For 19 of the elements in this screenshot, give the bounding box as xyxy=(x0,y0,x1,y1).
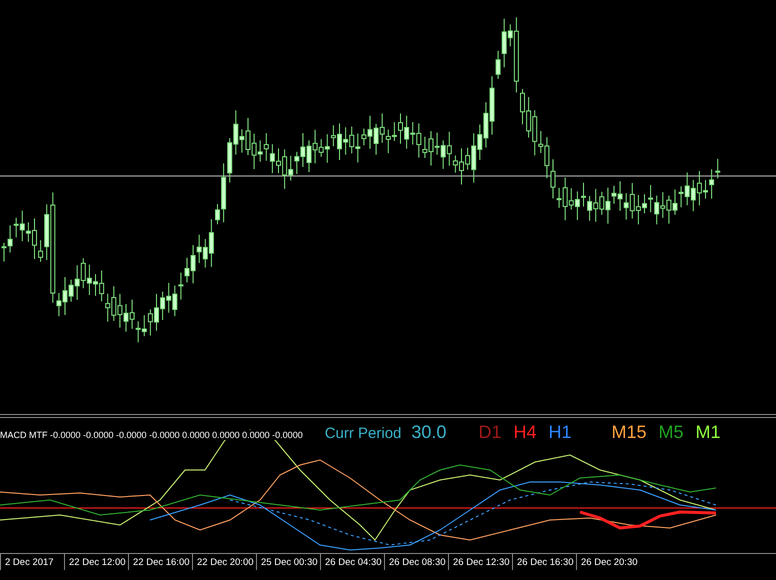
timeframe-legend-label: H1 xyxy=(548,422,572,443)
time-axis-label: 22 Dec 20:00 xyxy=(192,554,256,570)
time-axis-label: 25 Dec 00:30 xyxy=(256,554,320,570)
time-axis-label: 2 Dec 2017 xyxy=(0,554,64,570)
time-axis-label: 22 Dec 12:00 xyxy=(64,554,128,570)
timeframe-legend-label: M1 xyxy=(696,422,721,443)
indicator-header: MACD MTF -0.0000 -0.0000 -0.0000 -0.0000 0.0000 0.0000 0.0000 -0.0000 xyxy=(0,430,303,440)
time-axis-label: 26 Dec 20:30 xyxy=(576,554,640,570)
time-axis-label: 22 Dec 16:00 xyxy=(128,554,192,570)
time-axis-label: 26 Dec 12:30 xyxy=(448,554,512,570)
period-value: 30.0 xyxy=(411,422,446,443)
time-axis-label: 26 Dec 04:30 xyxy=(320,554,384,570)
time-axis-label: 26 Dec 16:30 xyxy=(512,554,576,570)
timeframe-legend-label: D1 xyxy=(478,422,502,443)
period-label: Curr Period xyxy=(324,425,402,442)
timeframe-legend-label: M5 xyxy=(658,422,684,443)
timeframe-legend-label: H4 xyxy=(513,422,536,443)
time-axis-label: 26 Dec 08:30 xyxy=(384,554,448,570)
timeframe-legend-label: M15 xyxy=(612,422,647,443)
